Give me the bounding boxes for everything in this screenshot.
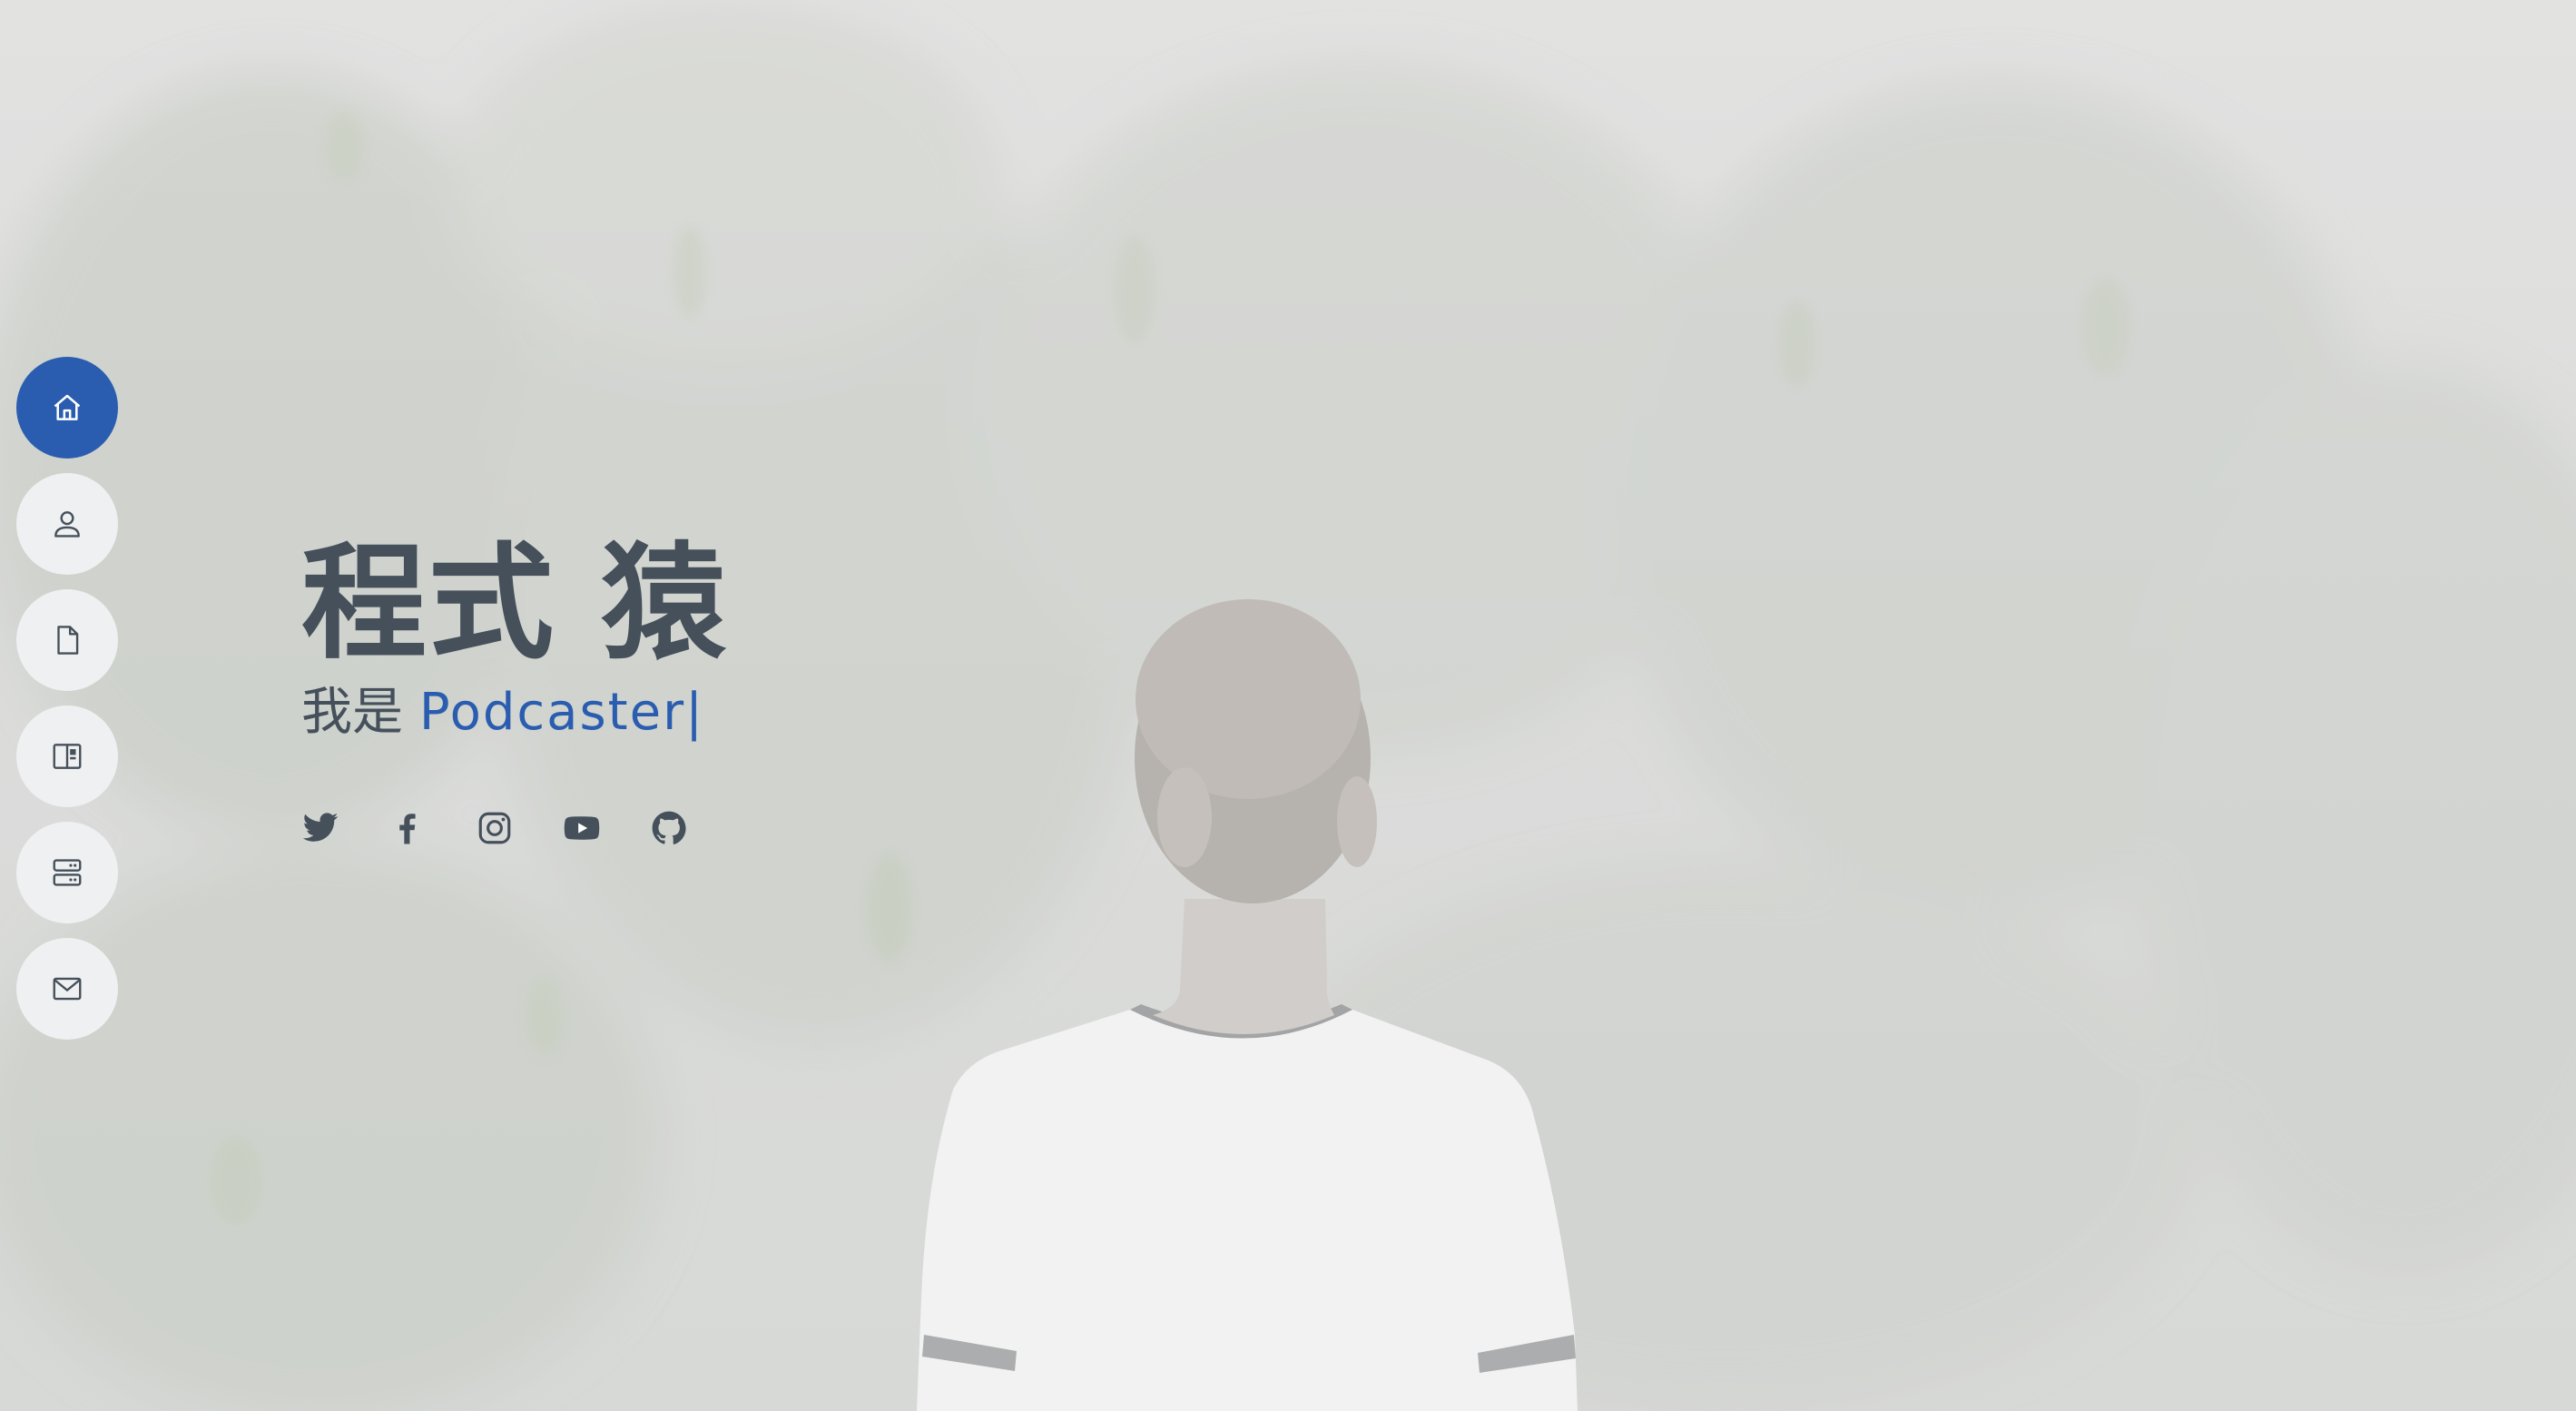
person-icon [54,511,80,538]
nav-resume-button[interactable] [16,589,118,691]
typed-prefix: 我是 [301,683,419,742]
typed-cursor: | [685,683,703,742]
youtube-link[interactable] [563,806,650,850]
github-link[interactable] [650,806,737,850]
facebook-icon [399,814,416,844]
twitter-link[interactable] [301,806,388,850]
github-icon [652,811,686,844]
server-icon [53,859,82,886]
nav-services-button[interactable] [16,822,118,923]
nav-contact-button[interactable] [16,938,118,1040]
instagram-link[interactable] [476,806,563,850]
home-icon [54,394,81,420]
nav-home-button[interactable] [16,357,118,459]
hero-name: 程式 猿 [301,530,729,676]
twitter-icon [302,813,339,842]
nav-about-button[interactable] [16,473,118,575]
instagram-icon [478,812,511,844]
youtube-icon [564,816,600,840]
side-nav [16,357,118,1054]
book-half-icon [53,744,82,769]
typed-word: Podcaster [418,683,686,742]
envelope-icon [53,977,82,1001]
social-links [301,806,737,850]
hero-content: 程式 猿 我是 Podcaster| [301,531,728,749]
hero-typed-line: 我是 Podcaster| [301,676,728,749]
facebook-link[interactable] [388,806,476,850]
nav-portfolio-button[interactable] [16,706,118,807]
file-icon [57,626,79,655]
